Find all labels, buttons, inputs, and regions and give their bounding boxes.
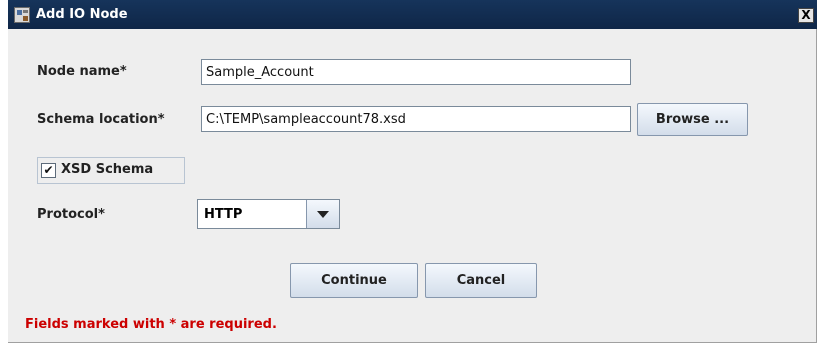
close-button[interactable]: X	[798, 8, 814, 23]
chevron-down-icon[interactable]	[306, 200, 339, 228]
node-name-label: Node name*	[37, 64, 127, 79]
xsd-schema-toggle[interactable]: ✔ XSD Schema	[37, 157, 185, 184]
xsd-schema-checkbox[interactable]: ✔	[41, 163, 56, 178]
protocol-label: Protocol*	[37, 207, 105, 222]
protocol-select[interactable]: HTTP	[197, 199, 340, 229]
continue-button[interactable]: Continue	[290, 263, 418, 298]
add-io-node-dialog: Add IO Node X Node name* Schema location…	[8, 0, 817, 343]
node-name-input[interactable]	[201, 59, 631, 85]
schema-location-label: Schema location*	[37, 112, 165, 127]
app-icon	[14, 7, 30, 23]
required-fields-note: Fields marked with * are required.	[25, 317, 277, 332]
cancel-button[interactable]: Cancel	[425, 263, 537, 298]
schema-location-input[interactable]	[201, 106, 631, 132]
browse-button[interactable]: Browse ...	[637, 103, 748, 136]
xsd-schema-label: XSD Schema	[61, 162, 154, 177]
title-bar[interactable]: Add IO Node X	[8, 0, 817, 29]
dialog-title: Add IO Node	[36, 7, 128, 22]
protocol-selected-value: HTTP	[204, 207, 243, 222]
